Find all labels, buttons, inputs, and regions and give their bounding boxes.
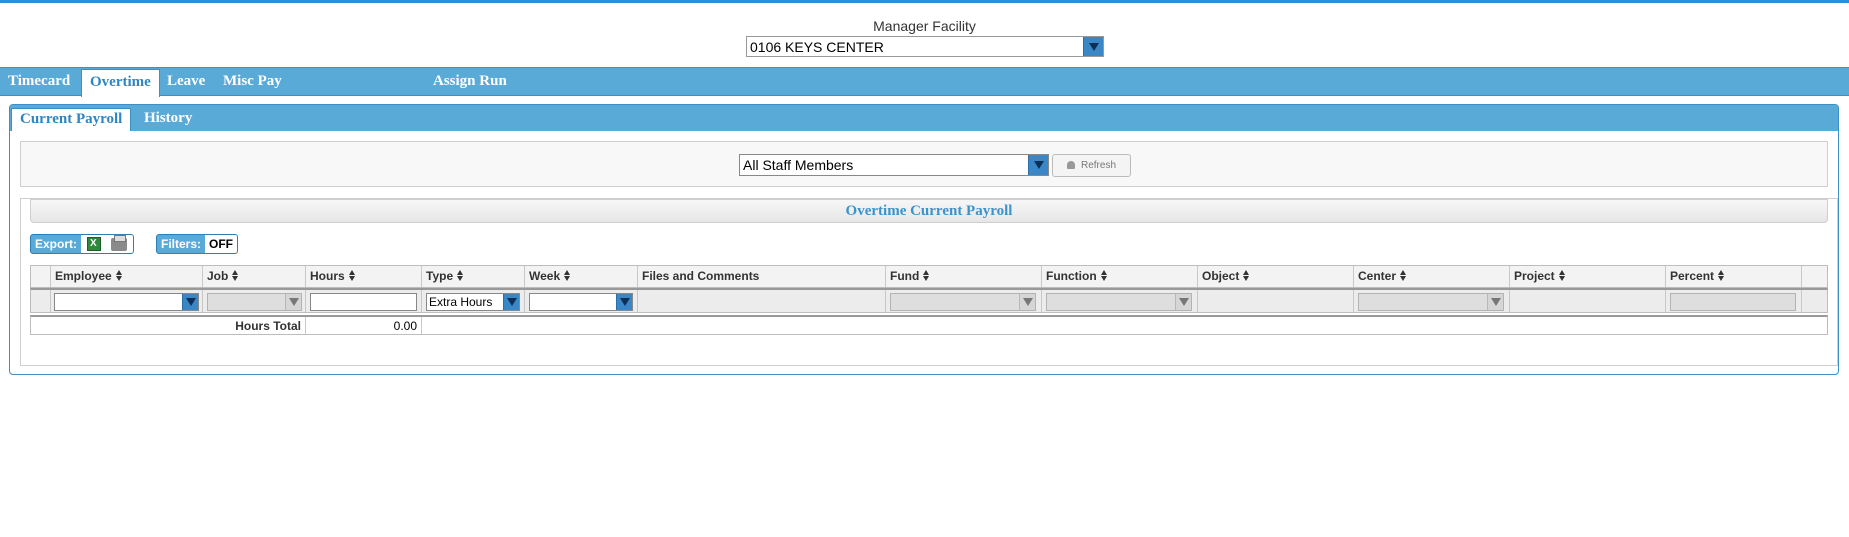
sort-icon[interactable] — [1400, 270, 1407, 281]
table-footer-row: Hours Total 0.00 — [30, 315, 1828, 335]
chevron-down-icon[interactable] — [182, 294, 198, 310]
facility-header: Manager Facility 0106 KEYS CENTER — [0, 18, 1849, 57]
sort-icon[interactable] — [1558, 270, 1566, 281]
tab-assign-run[interactable]: Assign Run — [425, 68, 515, 97]
chevron-down-icon[interactable] — [616, 294, 632, 310]
hours-total-value: 0.00 — [393, 319, 417, 333]
print-icon[interactable] — [111, 235, 127, 251]
sort-icon[interactable] — [457, 270, 464, 281]
column-header-percent[interactable]: Percent — [1666, 266, 1802, 287]
sub-tab-bar: Current Payroll History — [10, 105, 1838, 131]
column-header-type[interactable]: Type — [422, 266, 525, 287]
sort-icon[interactable] — [232, 270, 239, 281]
column-header-project[interactable]: Project — [1510, 266, 1666, 287]
chevron-down-icon — [1175, 294, 1191, 310]
main-tab-bar: Timecard Overtime Leave Misc Pay Assign … — [0, 67, 1849, 97]
tab-timecard[interactable]: Timecard — [0, 68, 78, 97]
chevron-down-icon — [1487, 294, 1503, 310]
column-header-center[interactable]: Center — [1354, 266, 1510, 287]
column-header-function[interactable]: Function — [1042, 266, 1198, 287]
facility-select[interactable]: 0106 KEYS CENTER — [746, 36, 1104, 57]
table-filter-row: Extra Hours — [30, 288, 1828, 313]
export-control: Export: — [30, 234, 134, 254]
chevron-down-icon[interactable] — [1083, 37, 1103, 56]
staff-select-value: All Staff Members — [743, 157, 854, 173]
top-accent-line — [0, 0, 1849, 3]
chevron-down-icon[interactable] — [503, 294, 519, 310]
tab-leave[interactable]: Leave — [159, 68, 213, 97]
column-header-object[interactable]: Object — [1198, 266, 1354, 287]
tab-current-payroll[interactable]: Current Payroll — [11, 108, 132, 131]
column-header-week[interactable]: Week — [525, 266, 638, 287]
sort-icon[interactable] — [564, 270, 571, 281]
table-header-row: Employee Job Hours Type Week Files and C… — [30, 265, 1828, 288]
refresh-button[interactable]: Refresh — [1052, 154, 1131, 177]
staff-filter-box: All Staff Members Refresh — [20, 141, 1828, 187]
type-filter-select[interactable]: Extra Hours — [426, 293, 520, 311]
tab-history[interactable]: History — [136, 108, 200, 131]
sort-icon[interactable] — [115, 270, 123, 281]
sort-icon[interactable] — [1718, 270, 1725, 281]
employee-filter-select[interactable] — [54, 293, 199, 311]
refresh-label: Refresh — [1080, 160, 1116, 171]
chevron-down-icon — [285, 294, 301, 310]
percent-filter-input — [1670, 293, 1796, 311]
column-header-fund[interactable]: Fund — [886, 266, 1042, 287]
center-filter-select — [1358, 293, 1504, 311]
column-header-employee[interactable]: Employee — [51, 266, 203, 287]
sort-icon[interactable] — [1100, 270, 1108, 281]
overtime-panel: Current Payroll History All Staff Member… — [9, 104, 1839, 375]
tab-misc-pay[interactable]: Misc Pay — [215, 68, 290, 97]
tab-overtime[interactable]: Overtime — [81, 69, 160, 97]
filters-label: Filters: — [161, 237, 202, 251]
type-filter-value: Extra Hours — [429, 295, 493, 309]
facility-select-value: 0106 KEYS CENTER — [750, 39, 884, 55]
function-filter-select — [1046, 293, 1192, 311]
job-filter-select — [207, 293, 302, 311]
export-label: Export: — [35, 237, 77, 251]
column-header-job[interactable]: Job — [203, 266, 306, 287]
row-selector-header — [31, 266, 51, 287]
excel-export-icon[interactable] — [87, 237, 101, 251]
column-header-hours[interactable]: Hours — [306, 266, 422, 287]
filters-state: OFF — [205, 235, 238, 253]
fund-filter-select — [890, 293, 1036, 311]
sort-icon[interactable] — [348, 270, 356, 281]
hours-filter-input[interactable] — [310, 293, 417, 311]
grid-title: Overtime Current Payroll — [30, 199, 1828, 223]
facility-label: Manager Facility — [873, 18, 976, 34]
week-filter-select[interactable] — [529, 293, 633, 311]
user-icon — [1066, 161, 1075, 169]
column-header-files-and-comments: Files and Comments — [638, 266, 886, 287]
filters-toggle[interactable]: Filters: OFF — [156, 234, 239, 254]
hours-total-label: Hours Total — [235, 319, 301, 333]
overtime-table: Employee Job Hours Type Week Files and C… — [30, 265, 1828, 335]
overtime-grid-box: Overtime Current Payroll Export: Filters… — [20, 198, 1838, 366]
sort-icon[interactable] — [923, 270, 930, 281]
chevron-down-icon[interactable] — [1028, 155, 1048, 175]
staff-select[interactable]: All Staff Members — [739, 154, 1049, 176]
chevron-down-icon — [1019, 294, 1035, 310]
sort-icon[interactable] — [1243, 270, 1250, 281]
